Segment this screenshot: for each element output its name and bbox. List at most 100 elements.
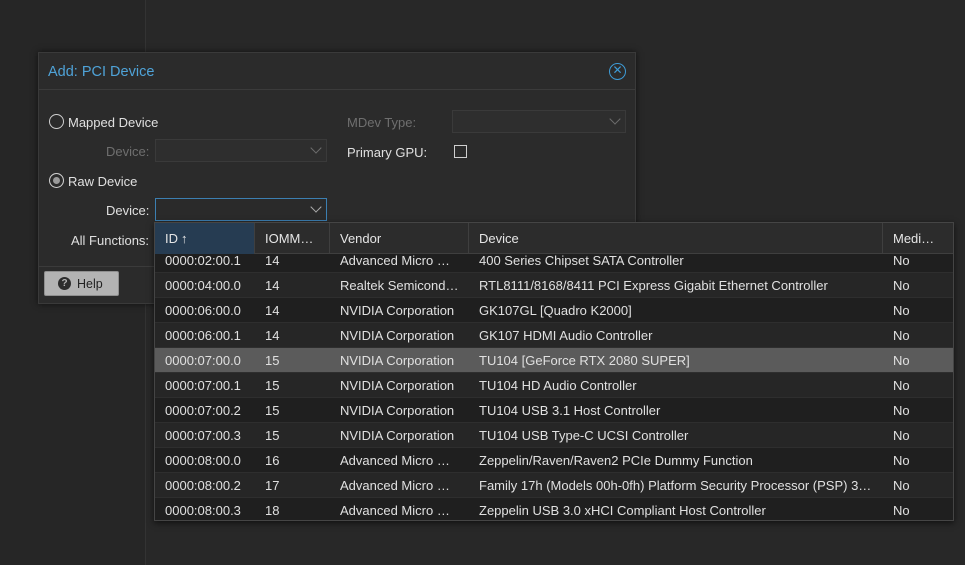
cell-id: 0000:04:00.0 xyxy=(165,278,241,293)
table-row[interactable]: 0000:08:00.3 18 Advanced Micro … Zeppelin U… xyxy=(155,498,953,520)
primary-gpu-label: Primary GPU: xyxy=(347,145,428,160)
help-button-label: Help xyxy=(77,277,103,291)
cell-device: TU104 [GeForce RTX 2080 SUPER] xyxy=(479,353,690,368)
cell-mediated: No xyxy=(893,453,910,468)
cell-id: 0000:06:00.1 xyxy=(165,328,241,343)
table-row[interactable]: 0000:06:00.0 14 NVIDIA Corporation GK107GL … xyxy=(155,298,953,323)
cell-id: 0000:07:00.2 xyxy=(165,403,241,418)
help-button[interactable]: ? Help xyxy=(44,271,119,296)
mapped-device-field-label: Device: xyxy=(106,144,150,159)
pci-device-dropdown-grid: ID ↑ IOMM… Vendor Device Medi… 0000:02:00… xyxy=(154,222,954,521)
cell-mediated: No xyxy=(893,303,910,318)
cell-iommu: 18 xyxy=(265,503,280,518)
column-header-iommu[interactable]: IOMM… xyxy=(255,223,330,254)
column-header-id-label: ID xyxy=(165,231,178,246)
column-header-device-label: Device xyxy=(479,231,519,246)
raw-device-radio[interactable] xyxy=(49,173,64,188)
cell-iommu: 15 xyxy=(265,353,280,368)
cell-vendor: NVIDIA Corporation xyxy=(340,403,455,418)
table-row[interactable]: 0000:04:00.0 14 Realtek Semicond… RTL8111/8… xyxy=(155,273,953,298)
grid-body[interactable]: 0000:02:00.1 14 Advanced Micro … 400 Series… xyxy=(155,254,953,520)
table-row[interactable]: 0000:02:00.1 14 Advanced Micro … 400 Series… xyxy=(155,254,953,273)
cell-mediated: No xyxy=(893,328,910,343)
column-header-vendor-label: Vendor xyxy=(340,231,382,246)
sort-ascending-icon: ↑ xyxy=(181,231,188,246)
cell-vendor: Advanced Micro … xyxy=(340,503,450,518)
cell-device: 400 Series Chipset SATA Controller xyxy=(479,254,684,268)
cell-vendor: NVIDIA Corporation xyxy=(340,378,455,393)
table-row[interactable]: 0000:07:00.2 15 NVIDIA Corporation TU104 US… xyxy=(155,398,953,423)
cell-device: RTL8111/8168/8411 PCI Express Gigabit Et… xyxy=(479,278,828,293)
cell-id: 0000:08:00.0 xyxy=(165,453,241,468)
chevron-down-icon xyxy=(310,201,322,213)
column-header-mediated[interactable]: Medi… xyxy=(883,223,953,254)
cell-iommu: 15 xyxy=(265,378,280,393)
cell-vendor: Advanced Micro … xyxy=(340,453,450,468)
cell-vendor: Realtek Semicond… xyxy=(340,278,459,293)
cell-vendor: Advanced Micro … xyxy=(340,478,450,493)
question-circle-icon: ? xyxy=(58,277,71,290)
cell-mediated: No xyxy=(893,503,910,518)
cell-mediated: No xyxy=(893,428,910,443)
cell-id: 0000:06:00.0 xyxy=(165,303,241,318)
cell-id: 0000:07:00.0 xyxy=(165,353,241,368)
cell-mediated: No xyxy=(893,254,910,268)
cell-iommu: 16 xyxy=(265,453,280,468)
table-row[interactable]: 0000:07:00.0 15 NVIDIA Corporation TU104 [G… xyxy=(155,348,953,373)
cell-mediated: No xyxy=(893,478,910,493)
raw-device-label: Raw Device xyxy=(68,174,138,189)
cell-vendor: NVIDIA Corporation xyxy=(340,428,455,443)
column-header-id[interactable]: ID ↑ xyxy=(155,223,255,254)
cell-id: 0000:08:00.2 xyxy=(165,478,241,493)
cell-device: GK107 HDMI Audio Controller xyxy=(479,328,653,343)
cell-iommu: 14 xyxy=(265,278,280,293)
grid-header: ID ↑ IOMM… Vendor Device Medi… xyxy=(155,223,953,254)
table-row[interactable]: 0000:06:00.1 14 NVIDIA Corporation GK107 HD… xyxy=(155,323,953,348)
cell-device: Zeppelin/Raven/Raven2 PCIe Dummy Functio… xyxy=(479,453,753,468)
raw-device-combo[interactable] xyxy=(155,198,327,221)
cell-iommu: 14 xyxy=(265,328,280,343)
table-row[interactable]: 0000:07:00.3 15 NVIDIA Corporation TU104 US… xyxy=(155,423,953,448)
cell-mediated: No xyxy=(893,378,910,393)
cell-vendor: NVIDIA Corporation xyxy=(340,328,455,343)
column-header-iommu-label: IOMM… xyxy=(265,231,314,246)
chevron-down-icon xyxy=(310,142,322,154)
cell-id: 0000:02:00.1 xyxy=(165,254,241,268)
cell-iommu: 15 xyxy=(265,428,280,443)
cell-vendor: NVIDIA Corporation xyxy=(340,303,455,318)
cell-iommu: 14 xyxy=(265,303,280,318)
cell-iommu: 15 xyxy=(265,403,280,418)
mapped-device-combo[interactable] xyxy=(155,139,327,162)
cell-vendor: NVIDIA Corporation xyxy=(340,353,455,368)
cell-device: TU104 HD Audio Controller xyxy=(479,378,637,393)
mapped-device-radio[interactable] xyxy=(49,114,64,129)
close-icon[interactable]: ✕ xyxy=(609,63,626,80)
cell-id: 0000:07:00.3 xyxy=(165,428,241,443)
cell-mediated: No xyxy=(893,353,910,368)
column-header-vendor[interactable]: Vendor xyxy=(330,223,469,254)
chevron-down-icon xyxy=(609,113,621,125)
cell-id: 0000:08:00.3 xyxy=(165,503,241,518)
grid-rows: 0000:02:00.1 14 Advanced Micro … 400 Series… xyxy=(155,254,953,520)
dialog-header: Add: PCI Device ✕ xyxy=(39,53,635,90)
cell-iommu: 14 xyxy=(265,254,280,268)
cell-device: Zeppelin USB 3.0 xHCI Compliant Host Con… xyxy=(479,503,766,518)
mdev-type-combo[interactable] xyxy=(452,110,626,133)
table-row[interactable]: 0000:07:00.1 15 NVIDIA Corporation TU104 HD… xyxy=(155,373,953,398)
table-row[interactable]: 0000:08:00.0 16 Advanced Micro … Zeppelin/R… xyxy=(155,448,953,473)
primary-gpu-checkbox[interactable] xyxy=(454,145,467,158)
cell-iommu: 17 xyxy=(265,478,280,493)
cell-vendor: Advanced Micro … xyxy=(340,254,450,268)
raw-device-field-label: Device: xyxy=(106,203,150,218)
cell-mediated: No xyxy=(893,403,910,418)
table-row[interactable]: 0000:08:00.2 17 Advanced Micro … Family 17h… xyxy=(155,473,953,498)
dialog-title: Add: PCI Device xyxy=(48,64,155,80)
cell-device: TU104 USB Type-C UCSI Controller xyxy=(479,428,689,443)
mapped-device-label: Mapped Device xyxy=(68,115,159,130)
column-header-device[interactable]: Device xyxy=(469,223,883,254)
mdev-type-label: MDev Type: xyxy=(347,115,417,130)
cell-id: 0000:07:00.1 xyxy=(165,378,241,393)
column-header-mediated-label: Medi… xyxy=(893,231,935,246)
cell-device: Family 17h (Models 00h-0fh) Platform Sec… xyxy=(479,478,872,493)
all-functions-label: All Functions: xyxy=(71,233,150,248)
